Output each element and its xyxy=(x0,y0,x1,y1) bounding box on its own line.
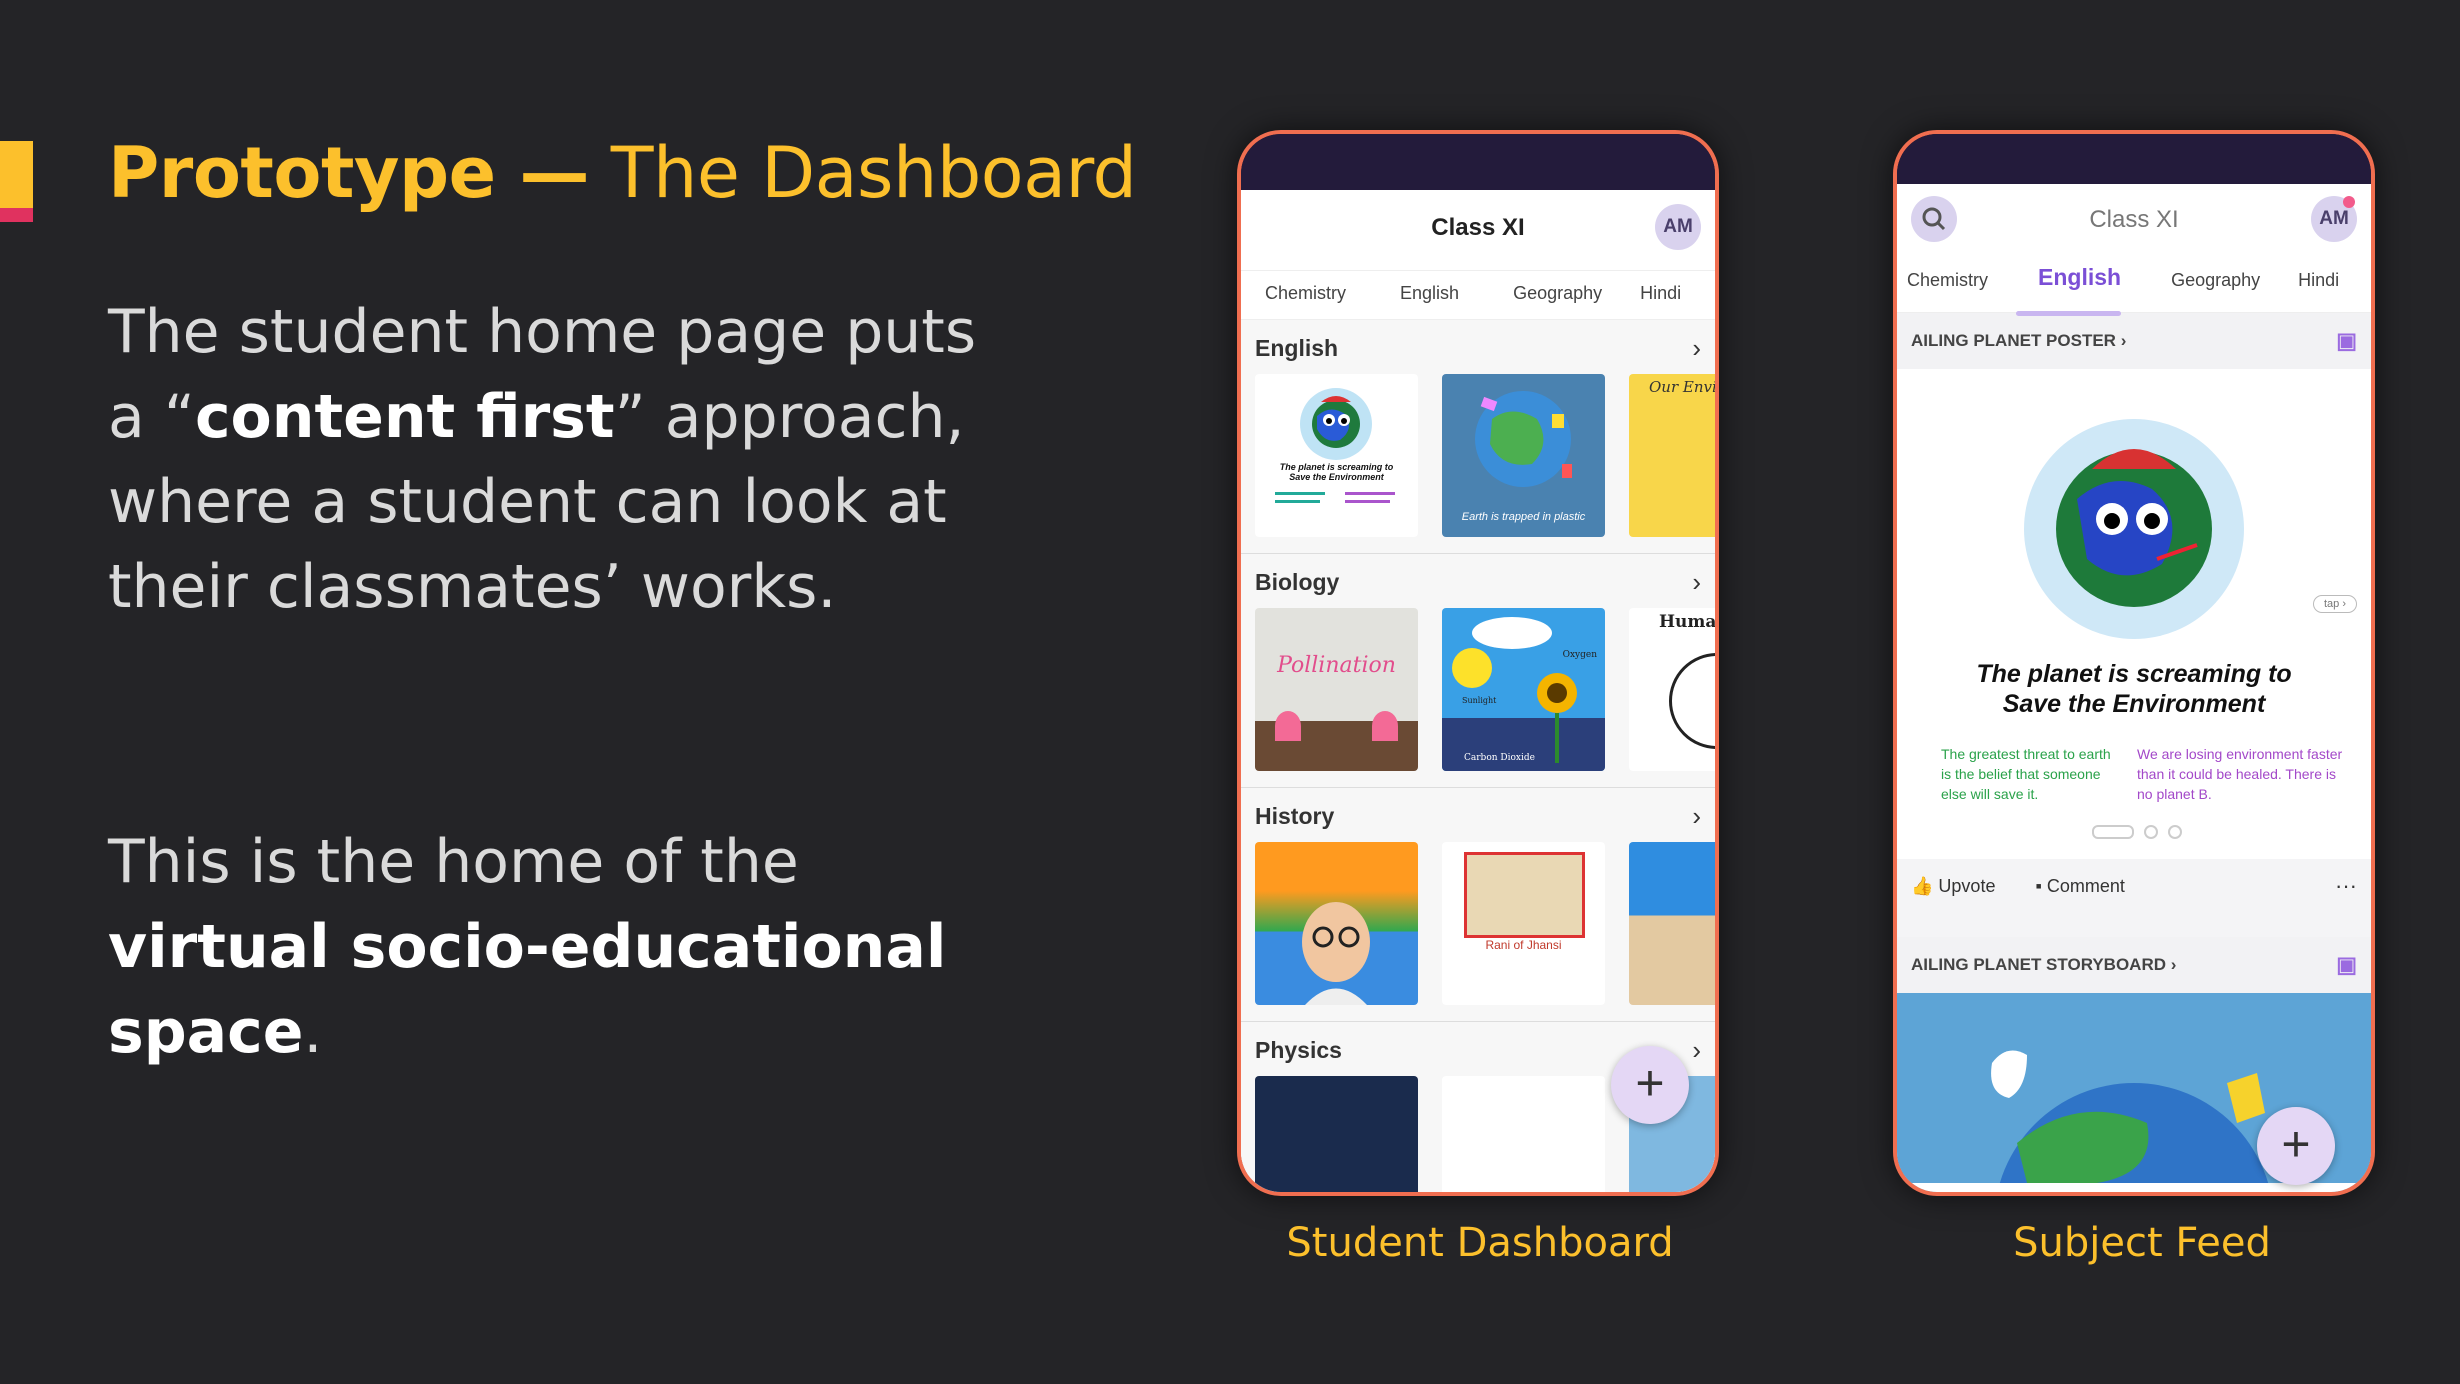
tab-chemistry[interactable]: Chemistry xyxy=(1251,271,1360,319)
subject-tabs: Chemistry English Geography Hindi xyxy=(1897,258,2371,316)
tab-hindi[interactable]: Hindi xyxy=(1616,271,1695,319)
more-options-button[interactable]: ··· xyxy=(2335,873,2357,899)
app-title: Class XI xyxy=(1431,214,1525,241)
thumb-caption: Oxygen xyxy=(1562,650,1597,660)
thumb-caption: Earth is trapped in plastic xyxy=(1461,511,1586,523)
tab-english[interactable]: English xyxy=(1360,271,1473,319)
work-thumbnail[interactable] xyxy=(1255,1076,1418,1192)
dashboard-caption: Student Dashboard xyxy=(1286,1220,1674,1266)
chevron-right-icon[interactable]: › xyxy=(1692,801,1701,832)
student-dashboard-phone: Class XI AM Chemistry English Geography … xyxy=(1237,130,1719,1196)
share-icon[interactable]: ▣ xyxy=(2336,328,2357,354)
work-thumbnail[interactable]: Our Envi xyxy=(1629,374,1715,537)
section-title: History xyxy=(1255,802,1335,829)
thumb-caption: The planet is screaming to Save the Envi… xyxy=(1279,462,1394,482)
add-post-button[interactable]: + xyxy=(1611,1046,1689,1124)
share-icon[interactable]: ▣ xyxy=(2336,952,2357,978)
notification-dot xyxy=(2343,196,2355,208)
slide-paragraph-1: The student home page puts a “content fi… xyxy=(108,297,977,622)
status-bar xyxy=(1897,134,2371,184)
tab-hindi[interactable]: Hindi xyxy=(2274,258,2353,312)
work-thumbnail[interactable] xyxy=(1255,842,1418,1005)
work-thumbnail[interactable]: Oxygen Sunlight Carbon Dioxide xyxy=(1442,608,1605,771)
slide-paragraph-2: This is the home of the virtual socio-ed… xyxy=(108,827,947,1067)
dashboard-screen: Class XI AM Chemistry English Geography … xyxy=(1241,190,1715,1192)
status-bar xyxy=(1241,134,1715,190)
tab-geography[interactable]: Geography xyxy=(2135,258,2274,312)
post-right-text: We are losing environment faster than it… xyxy=(2137,746,2343,802)
section-history: History › Rani of Jhansi xyxy=(1241,788,1715,1022)
thumb-caption: Huma xyxy=(1659,612,1715,632)
chevron-right-icon[interactable]: › xyxy=(1692,1035,1701,1066)
post-actions: 👍 Upvote ▪ Comment ··· xyxy=(1897,859,2371,913)
post-title: AILING PLANET POSTER xyxy=(1911,331,2116,350)
section-biology: Biology › Pollination Oxygen Sunlight Ca… xyxy=(1241,554,1715,788)
accent-bar xyxy=(0,141,33,222)
post-title: AILING PLANET STORYBOARD xyxy=(1911,955,2167,974)
avatar[interactable]: AM xyxy=(2311,196,2357,242)
slide-title: Prototype — The Dashboard xyxy=(108,132,1137,214)
subject-tabs: Chemistry English Geography Hindi xyxy=(1241,271,1715,320)
add-post-button[interactable]: + xyxy=(2257,1107,2335,1185)
section-title: English xyxy=(1255,334,1339,361)
section-title: Physics xyxy=(1255,1036,1342,1063)
work-thumbnail[interactable] xyxy=(1442,1076,1605,1192)
subject-feed-phone: Class XI AM Chemistry English Geography … xyxy=(1893,130,2375,1196)
upvote-button[interactable]: 👍 Upvote xyxy=(1911,876,1995,897)
tap-hint[interactable]: tap › xyxy=(2312,595,2357,613)
feed-caption: Subject Feed xyxy=(2013,1220,2271,1266)
section-title: Biology xyxy=(1255,568,1340,595)
thumb-caption: Pollination xyxy=(1277,653,1396,678)
post-header[interactable]: AILING PLANET STORYBOARD › ▣ xyxy=(1897,937,2371,993)
work-thumbnail[interactable]: The planet is screaming to Save the Envi… xyxy=(1255,374,1418,537)
app-header: Class XI AM xyxy=(1241,190,1715,271)
work-thumbnail[interactable] xyxy=(1629,842,1715,1005)
tab-geography[interactable]: Geography xyxy=(1473,271,1616,319)
work-thumbnail[interactable]: Pollination xyxy=(1255,608,1418,771)
post-heading: The planet is screaming to Save the Envi… xyxy=(1976,660,2292,718)
tab-english[interactable]: English xyxy=(2002,258,2135,316)
post-left-text: The greatest threat to earth is the beli… xyxy=(1941,746,2111,802)
thumb-caption: Carbon Dioxide xyxy=(1464,753,1535,763)
thumb-caption: Our Envi xyxy=(1649,378,1715,396)
comment-button[interactable]: ▪ Comment xyxy=(2035,876,2124,897)
chevron-right-icon[interactable]: › xyxy=(1692,333,1701,364)
app-title: Class XI xyxy=(2089,206,2179,233)
thumb-caption: Sunlight xyxy=(1462,696,1497,705)
app-header: Class XI AM xyxy=(1897,184,2371,258)
chevron-right-icon[interactable]: › xyxy=(1692,567,1701,598)
carousel-indicator xyxy=(2092,825,2182,839)
work-thumbnail[interactable]: Rani of Jhansi xyxy=(1442,842,1605,1005)
work-thumbnail[interactable]: Earth is trapped in plastic xyxy=(1442,374,1605,537)
post-header[interactable]: AILING PLANET POSTER › ▣ xyxy=(1897,313,2371,369)
avatar[interactable]: AM xyxy=(1655,204,1701,250)
post-image[interactable]: tap › The planet is screaming to Save th… xyxy=(1897,369,2371,859)
work-thumbnail[interactable]: Huma xyxy=(1629,608,1715,771)
section-english: English › The planet is screaming to Sav… xyxy=(1241,320,1715,554)
thumb-caption: Rani of Jhansi xyxy=(1485,938,1562,952)
tab-chemistry[interactable]: Chemistry xyxy=(1907,258,2002,312)
feed-screen: Class XI AM Chemistry English Geography … xyxy=(1897,184,2371,1192)
